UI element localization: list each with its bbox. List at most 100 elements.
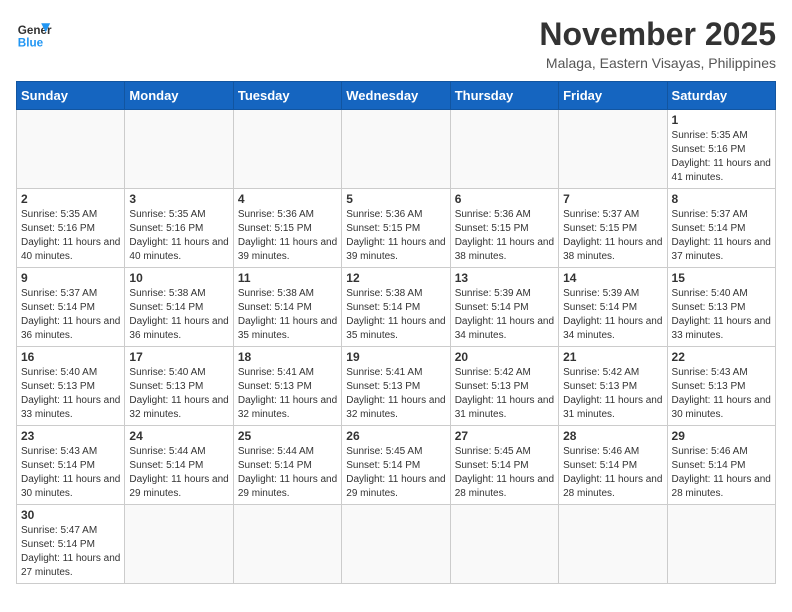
- calendar-cell: 5 Sunrise: 5:36 AMSunset: 5:15 PMDaylight…: [342, 189, 450, 268]
- day-info: Sunrise: 5:35 AMSunset: 5:16 PMDaylight:…: [672, 129, 771, 185]
- day-info: Sunrise: 5:47 AMSunset: 5:14 PMDaylight:…: [21, 524, 120, 580]
- calendar-week-row: 9Sunrise: 5:37 AMSunset: 5:14 PMDaylight…: [17, 268, 776, 347]
- day-info: Sunrise: 5:41 AMSunset: 5:13 PMDaylight:…: [238, 366, 337, 422]
- calendar-cell: [233, 110, 341, 189]
- calendar-cell: 1 Sunrise: 5:35 AMSunset: 5:16 PMDaylight…: [667, 110, 775, 189]
- day-info: Sunrise: 5:41 AMSunset: 5:13 PMDaylight:…: [346, 366, 445, 422]
- calendar-cell: 27Sunrise: 5:45 AMSunset: 5:14 PMDayligh…: [450, 426, 558, 505]
- day-number: 28: [563, 429, 662, 443]
- day-info: Sunrise: 5:35 AMSunset: 5:16 PMDaylight:…: [21, 208, 120, 264]
- calendar-cell: 4Sunrise: 5:36 AMSunset: 5:15 PMDaylight…: [233, 189, 341, 268]
- day-number: 8: [672, 192, 771, 206]
- col-header-thursday: Thursday: [450, 82, 558, 110]
- calendar-cell: 10 Sunrise: 5:38 AMSunset: 5:14 PMDayligh…: [125, 268, 233, 347]
- day-info: Sunrise: 5:38 AMSunset: 5:14 PMDaylight:…: [238, 287, 337, 343]
- calendar-cell: 16Sunrise: 5:40 AMSunset: 5:13 PMDayligh…: [17, 347, 125, 426]
- day-info: Sunrise: 5:40 AMSunset: 5:13 PMDaylight:…: [21, 366, 120, 422]
- calendar-week-row: 23Sunrise: 5:43 AMSunset: 5:14 PMDayligh…: [17, 426, 776, 505]
- calendar-cell: 12 Sunrise: 5:38 AMSunset: 5:14 PMDayligh…: [342, 268, 450, 347]
- day-info: Sunrise: 5:40 AMSunset: 5:13 PMDaylight:…: [129, 366, 228, 422]
- day-info: Sunrise: 5:36 AMSunset: 5:15 PMDaylight:…: [346, 208, 445, 264]
- day-number: 3: [129, 192, 228, 206]
- col-header-sunday: Sunday: [17, 82, 125, 110]
- day-number: 21: [563, 350, 662, 364]
- location-title: Malaga, Eastern Visayas, Philippines: [539, 55, 776, 71]
- day-number: 11: [238, 271, 337, 285]
- calendar-cell: 28Sunrise: 5:46 AMSunset: 5:14 PMDayligh…: [559, 426, 667, 505]
- day-number: 17: [129, 350, 228, 364]
- day-info: Sunrise: 5:39 AMSunset: 5:14 PMDaylight:…: [455, 287, 554, 343]
- day-info: Sunrise: 5:37 AMSunset: 5:15 PMDaylight:…: [563, 208, 662, 264]
- day-info: Sunrise: 5:38 AMSunset: 5:14 PMDaylight:…: [346, 287, 445, 343]
- calendar-cell: 26 Sunrise: 5:45 AMSunset: 5:14 PMDayligh…: [342, 426, 450, 505]
- calendar-cell: 29 Sunrise: 5:46 AMSunset: 5:14 PMDayligh…: [667, 426, 775, 505]
- day-info: Sunrise: 5:36 AMSunset: 5:15 PMDaylight:…: [238, 208, 337, 264]
- day-info: Sunrise: 5:43 AMSunset: 5:14 PMDaylight:…: [21, 445, 120, 501]
- col-header-tuesday: Tuesday: [233, 82, 341, 110]
- day-number: 10: [129, 271, 228, 285]
- calendar-cell: 13 Sunrise: 5:39 AMSunset: 5:14 PMDayligh…: [450, 268, 558, 347]
- calendar-cell: [342, 505, 450, 584]
- svg-text:Blue: Blue: [18, 37, 44, 50]
- calendar-cell: 11 Sunrise: 5:38 AMSunset: 5:14 PMDayligh…: [233, 268, 341, 347]
- calendar-cell: 8 Sunrise: 5:37 AMSunset: 5:14 PMDaylight…: [667, 189, 775, 268]
- calendar-cell: 19Sunrise: 5:41 AMSunset: 5:13 PMDayligh…: [342, 347, 450, 426]
- calendar-cell: [17, 110, 125, 189]
- col-header-saturday: Saturday: [667, 82, 775, 110]
- title-area: November 2025 Malaga, Eastern Visayas, P…: [539, 16, 776, 71]
- calendar-cell: 17 Sunrise: 5:40 AMSunset: 5:13 PMDayligh…: [125, 347, 233, 426]
- calendar-cell: 25Sunrise: 5:44 AMSunset: 5:14 PMDayligh…: [233, 426, 341, 505]
- calendar-cell: [667, 505, 775, 584]
- calendar-cell: [559, 110, 667, 189]
- day-info: Sunrise: 5:35 AMSunset: 5:16 PMDaylight:…: [129, 208, 228, 264]
- day-number: 12: [346, 271, 445, 285]
- calendar-cell: [125, 505, 233, 584]
- month-title: November 2025: [539, 16, 776, 53]
- day-info: Sunrise: 5:37 AMSunset: 5:14 PMDaylight:…: [672, 208, 771, 264]
- calendar-cell: 15Sunrise: 5:40 AMSunset: 5:13 PMDayligh…: [667, 268, 775, 347]
- calendar-cell: 9Sunrise: 5:37 AMSunset: 5:14 PMDaylight…: [17, 268, 125, 347]
- calendar-cell: [342, 110, 450, 189]
- calendar-cell: 14 Sunrise: 5:39 AMSunset: 5:14 PMDayligh…: [559, 268, 667, 347]
- calendar-cell: 6Sunrise: 5:36 AMSunset: 5:15 PMDaylight…: [450, 189, 558, 268]
- day-info: Sunrise: 5:38 AMSunset: 5:14 PMDaylight:…: [129, 287, 228, 343]
- col-header-wednesday: Wednesday: [342, 82, 450, 110]
- day-number: 25: [238, 429, 337, 443]
- day-number: 7: [563, 192, 662, 206]
- calendar-cell: 22Sunrise: 5:43 AMSunset: 5:13 PMDayligh…: [667, 347, 775, 426]
- day-number: 13: [455, 271, 554, 285]
- day-number: 26: [346, 429, 445, 443]
- day-number: 5: [346, 192, 445, 206]
- day-info: Sunrise: 5:36 AMSunset: 5:15 PMDaylight:…: [455, 208, 554, 264]
- day-info: Sunrise: 5:42 AMSunset: 5:13 PMDaylight:…: [563, 366, 662, 422]
- calendar-table: SundayMondayTuesdayWednesdayThursdayFrid…: [16, 81, 776, 584]
- day-number: 2: [21, 192, 120, 206]
- calendar-cell: [125, 110, 233, 189]
- calendar-cell: [233, 505, 341, 584]
- logo: General Blue: [16, 16, 52, 52]
- day-number: 24: [129, 429, 228, 443]
- day-number: 14: [563, 271, 662, 285]
- day-info: Sunrise: 5:46 AMSunset: 5:14 PMDaylight:…: [672, 445, 771, 501]
- page-header: General Blue November 2025 Malaga, Easte…: [16, 16, 776, 71]
- col-header-monday: Monday: [125, 82, 233, 110]
- calendar-week-row: 16Sunrise: 5:40 AMSunset: 5:13 PMDayligh…: [17, 347, 776, 426]
- day-info: Sunrise: 5:40 AMSunset: 5:13 PMDaylight:…: [672, 287, 771, 343]
- day-number: 27: [455, 429, 554, 443]
- day-number: 9: [21, 271, 120, 285]
- calendar-cell: 18Sunrise: 5:41 AMSunset: 5:13 PMDayligh…: [233, 347, 341, 426]
- day-info: Sunrise: 5:45 AMSunset: 5:14 PMDaylight:…: [346, 445, 445, 501]
- calendar-cell: 24Sunrise: 5:44 AMSunset: 5:14 PMDayligh…: [125, 426, 233, 505]
- calendar-cell: [450, 505, 558, 584]
- calendar-cell: 23Sunrise: 5:43 AMSunset: 5:14 PMDayligh…: [17, 426, 125, 505]
- day-number: 20: [455, 350, 554, 364]
- day-number: 1: [672, 113, 771, 127]
- col-header-friday: Friday: [559, 82, 667, 110]
- calendar-cell: 3 Sunrise: 5:35 AMSunset: 5:16 PMDaylight…: [125, 189, 233, 268]
- calendar-header-row: SundayMondayTuesdayWednesdayThursdayFrid…: [17, 82, 776, 110]
- calendar-cell: 30Sunrise: 5:47 AMSunset: 5:14 PMDayligh…: [17, 505, 125, 584]
- day-info: Sunrise: 5:39 AMSunset: 5:14 PMDaylight:…: [563, 287, 662, 343]
- day-number: 22: [672, 350, 771, 364]
- day-number: 29: [672, 429, 771, 443]
- calendar-week-row: 1 Sunrise: 5:35 AMSunset: 5:16 PMDaylight…: [17, 110, 776, 189]
